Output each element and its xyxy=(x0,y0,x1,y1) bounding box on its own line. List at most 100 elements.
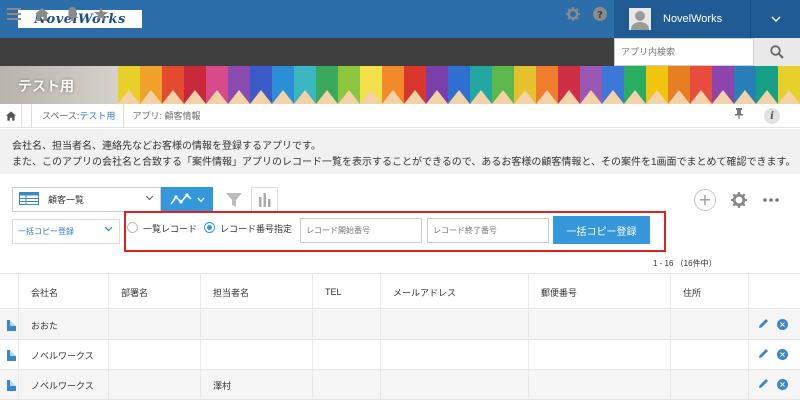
pencil-tip xyxy=(624,90,646,104)
pencil-shape xyxy=(756,66,778,104)
table-cell xyxy=(528,340,670,370)
table-cell: ノベルワークス xyxy=(18,370,108,400)
pencil-tip xyxy=(316,90,338,104)
space-banner xyxy=(0,66,800,104)
home-icon[interactable] xyxy=(30,0,54,28)
pin-icon[interactable] xyxy=(735,108,743,122)
delete-icon[interactable]: × xyxy=(777,349,788,360)
table-cell xyxy=(108,310,200,340)
pencil-shape xyxy=(448,66,470,104)
more-options-icon[interactable] xyxy=(762,192,780,208)
table-cell xyxy=(108,370,200,400)
pagination-count: 1 - 16 （16件中） xyxy=(653,259,717,268)
search-icon[interactable] xyxy=(754,38,800,66)
info-icon[interactable]: i xyxy=(764,108,780,124)
pencil-tip xyxy=(712,90,734,104)
table-row[interactable]: おおた × xyxy=(0,310,800,340)
record-start-input[interactable] xyxy=(300,218,422,243)
radio-record-range[interactable] xyxy=(204,222,215,233)
pencil-tip xyxy=(734,90,756,104)
pencil-tip xyxy=(646,90,668,104)
delete-icon[interactable]: × xyxy=(777,379,788,390)
table-cell xyxy=(200,310,312,340)
help-icon[interactable]: ? xyxy=(590,0,610,28)
gear-icon[interactable] xyxy=(729,190,749,210)
table-cell xyxy=(380,310,528,340)
table-column-header[interactable]: 会社名 xyxy=(18,274,108,310)
table-column-header[interactable]: 住所 xyxy=(670,274,748,310)
table-cell: おおた xyxy=(18,310,108,340)
home-icon[interactable] xyxy=(0,103,22,128)
pencil-shape xyxy=(734,66,756,104)
pencil-shape xyxy=(294,66,316,104)
table-column-header[interactable]: 担当者名 xyxy=(200,274,312,310)
search-input[interactable] xyxy=(614,38,754,66)
bell-icon[interactable] xyxy=(60,0,84,28)
pencil-shape xyxy=(558,66,580,104)
pencil-tip xyxy=(360,90,382,104)
delete-icon[interactable]: × xyxy=(777,319,788,330)
record-detail-icon[interactable] xyxy=(7,350,16,361)
breadcrumb-space-link[interactable]: テスト用 xyxy=(79,109,115,122)
chart-button[interactable] xyxy=(251,187,278,212)
filter-button[interactable] xyxy=(221,187,246,212)
edit-icon[interactable] xyxy=(758,348,770,360)
graph-button[interactable] xyxy=(161,187,213,212)
breadcrumb-space-label: スペース: xyxy=(42,111,80,121)
graph-icon xyxy=(170,192,192,204)
pencil-shape xyxy=(404,66,426,104)
pencil-tip xyxy=(668,90,690,104)
pencil-tip xyxy=(448,90,470,104)
add-record-button[interactable]: + xyxy=(694,189,716,211)
bulk-copy-select-label: 一括コピー登録 xyxy=(18,227,74,236)
star-icon[interactable] xyxy=(89,0,113,28)
row-actions-cell xyxy=(748,310,800,340)
chevron-down-icon[interactable] xyxy=(750,0,800,38)
table-cell xyxy=(670,310,748,340)
row-actions-cell xyxy=(748,340,800,370)
pencil-tip xyxy=(228,90,250,104)
pencil-tip xyxy=(514,90,536,104)
table-cell xyxy=(380,340,528,370)
view-selector[interactable]: 顧客一覧 xyxy=(12,187,161,212)
hamburger-menu-icon[interactable] xyxy=(4,0,24,28)
record-detail-icon[interactable] xyxy=(7,320,16,331)
view-name: 顧客一覧 xyxy=(48,195,85,205)
pencil-tip xyxy=(536,90,558,104)
pencil-shape xyxy=(690,66,712,104)
table-column-header[interactable]: メールアドレス xyxy=(380,274,528,310)
edit-icon[interactable] xyxy=(758,318,770,330)
breadcrumb-app-label: アプリ: 顧客情報 xyxy=(132,111,201,121)
description-line-2: また、このアプリの会社名と合致する「案件情報」アプリのレコード一覧を表示すること… xyxy=(12,157,796,168)
chevron-down-icon xyxy=(145,193,154,204)
record-detail-icon[interactable] xyxy=(7,380,16,391)
pencil-tip xyxy=(338,90,360,104)
bulk-copy-select[interactable]: 一括コピー登録 xyxy=(12,219,120,244)
pencil-shape xyxy=(382,66,404,104)
breadcrumb-divider xyxy=(123,103,125,128)
pencil-tip xyxy=(250,90,272,104)
table-column-header[interactable]: 部署名 xyxy=(108,274,200,310)
bulk-copy-button[interactable]: 一括コピー登録 xyxy=(553,216,650,244)
table-cell xyxy=(312,340,380,370)
gear-icon[interactable] xyxy=(562,0,584,28)
radio-all-records[interactable] xyxy=(127,222,138,233)
pencil-tip xyxy=(404,90,426,104)
table-row[interactable]: ノベルワークス 澤村 × xyxy=(0,370,800,400)
record-end-input[interactable] xyxy=(427,218,549,243)
pencil-shape xyxy=(250,66,272,104)
table-cell xyxy=(528,370,670,400)
radio-record-range-label: レコード番号指定 xyxy=(220,224,293,234)
pencil-shape xyxy=(470,66,492,104)
pencil-tip xyxy=(470,90,492,104)
table-column-header[interactable]: TEL xyxy=(312,274,380,310)
pencil-tip xyxy=(602,90,624,104)
table-row[interactable]: ノベルワークス × xyxy=(0,340,800,370)
bar-chart-icon xyxy=(258,192,270,207)
pencil-shape xyxy=(206,66,228,104)
edit-icon[interactable] xyxy=(758,378,770,390)
pencil-shape xyxy=(338,66,360,104)
breadcrumb-divider xyxy=(22,103,32,128)
pencil-tip xyxy=(558,90,580,104)
table-column-header[interactable]: 郵便番号 xyxy=(528,274,670,310)
